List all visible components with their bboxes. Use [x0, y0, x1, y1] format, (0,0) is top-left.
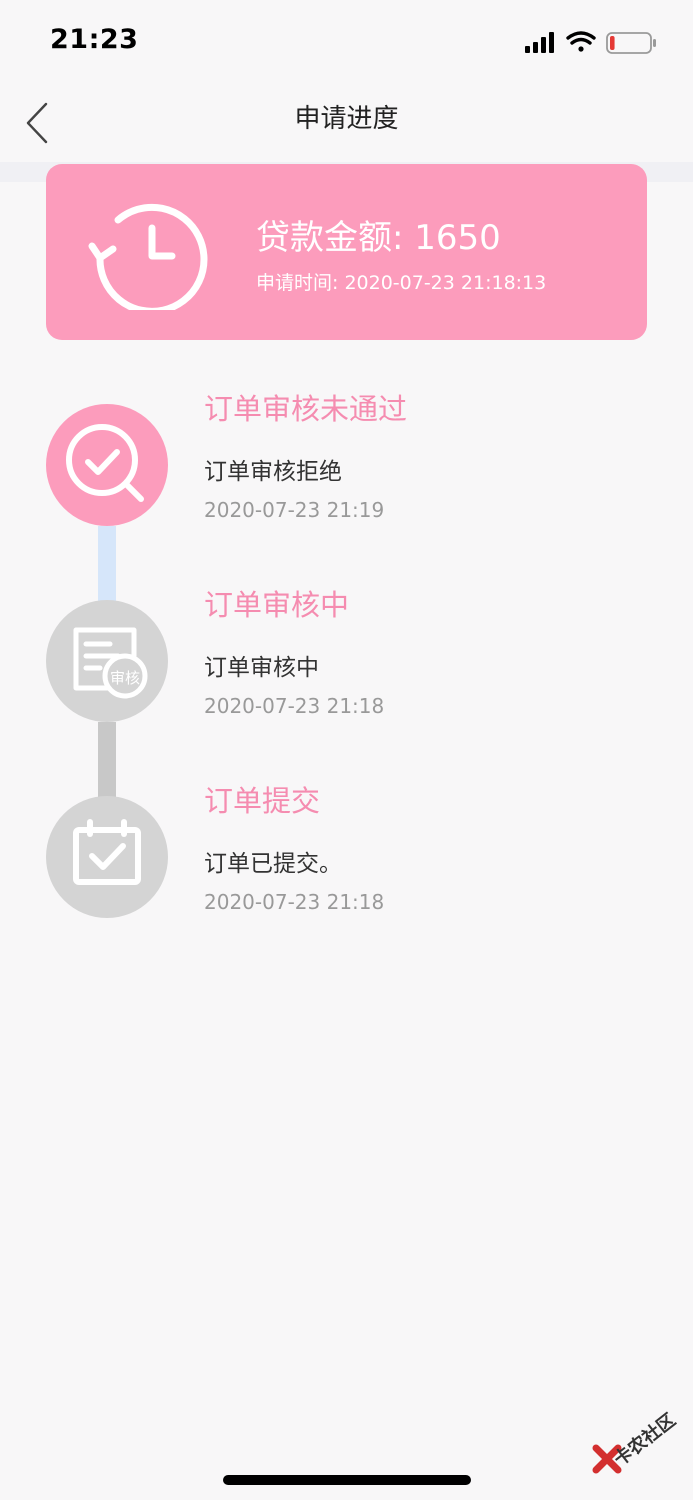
- step-time: 2020-07-23 21:18: [204, 890, 385, 914]
- step-description: 订单审核拒绝: [204, 459, 342, 485]
- home-indicator[interactable]: [223, 1475, 471, 1485]
- step-icon-circle-rejected: [46, 404, 168, 526]
- nav-bar: 申请进度: [0, 88, 693, 162]
- review-badge-text: 审核: [110, 669, 140, 687]
- step-title: 订单审核中: [204, 588, 350, 622]
- wifi-icon: [566, 31, 596, 52]
- document-review-icon: 审核: [73, 627, 148, 699]
- step-title: 订单审核未通过: [204, 392, 408, 426]
- loan-summary-card: 贷款金额: 1650 申请时间: 2020-07-23 21:18:13: [46, 164, 647, 340]
- apply-time: 申请时间: 2020-07-23 21:18:13: [256, 272, 547, 294]
- history-clock-icon: [88, 194, 212, 315]
- step-time: 2020-07-23 21:18: [204, 694, 385, 718]
- timeline-connector-active: [98, 526, 116, 602]
- step-icon-circle-reviewing: 审核: [46, 600, 168, 722]
- status-bar: 21:23: [0, 0, 693, 88]
- step-time: 2020-07-23 21:19: [204, 498, 385, 522]
- step-title: 订单提交: [204, 784, 321, 818]
- step-description: 订单审核中: [204, 655, 319, 681]
- battery-icon: [606, 32, 656, 54]
- watermark-text: 卡农社区: [610, 1409, 680, 1471]
- status-icons: [525, 30, 665, 56]
- page-title: 申请进度: [294, 104, 399, 134]
- signal-icon: [525, 32, 554, 53]
- status-time: 21:23: [50, 24, 139, 55]
- step-description: 订单已提交。: [204, 851, 342, 877]
- review-check-icon: [66, 424, 144, 502]
- step-icon-circle-submitted: [46, 796, 168, 918]
- watermark-logo: 卡农社区: [588, 1408, 688, 1480]
- timeline-connector: [98, 722, 116, 798]
- loan-amount: 贷款金额: 1650: [256, 218, 501, 258]
- calendar-check-icon: [73, 819, 141, 885]
